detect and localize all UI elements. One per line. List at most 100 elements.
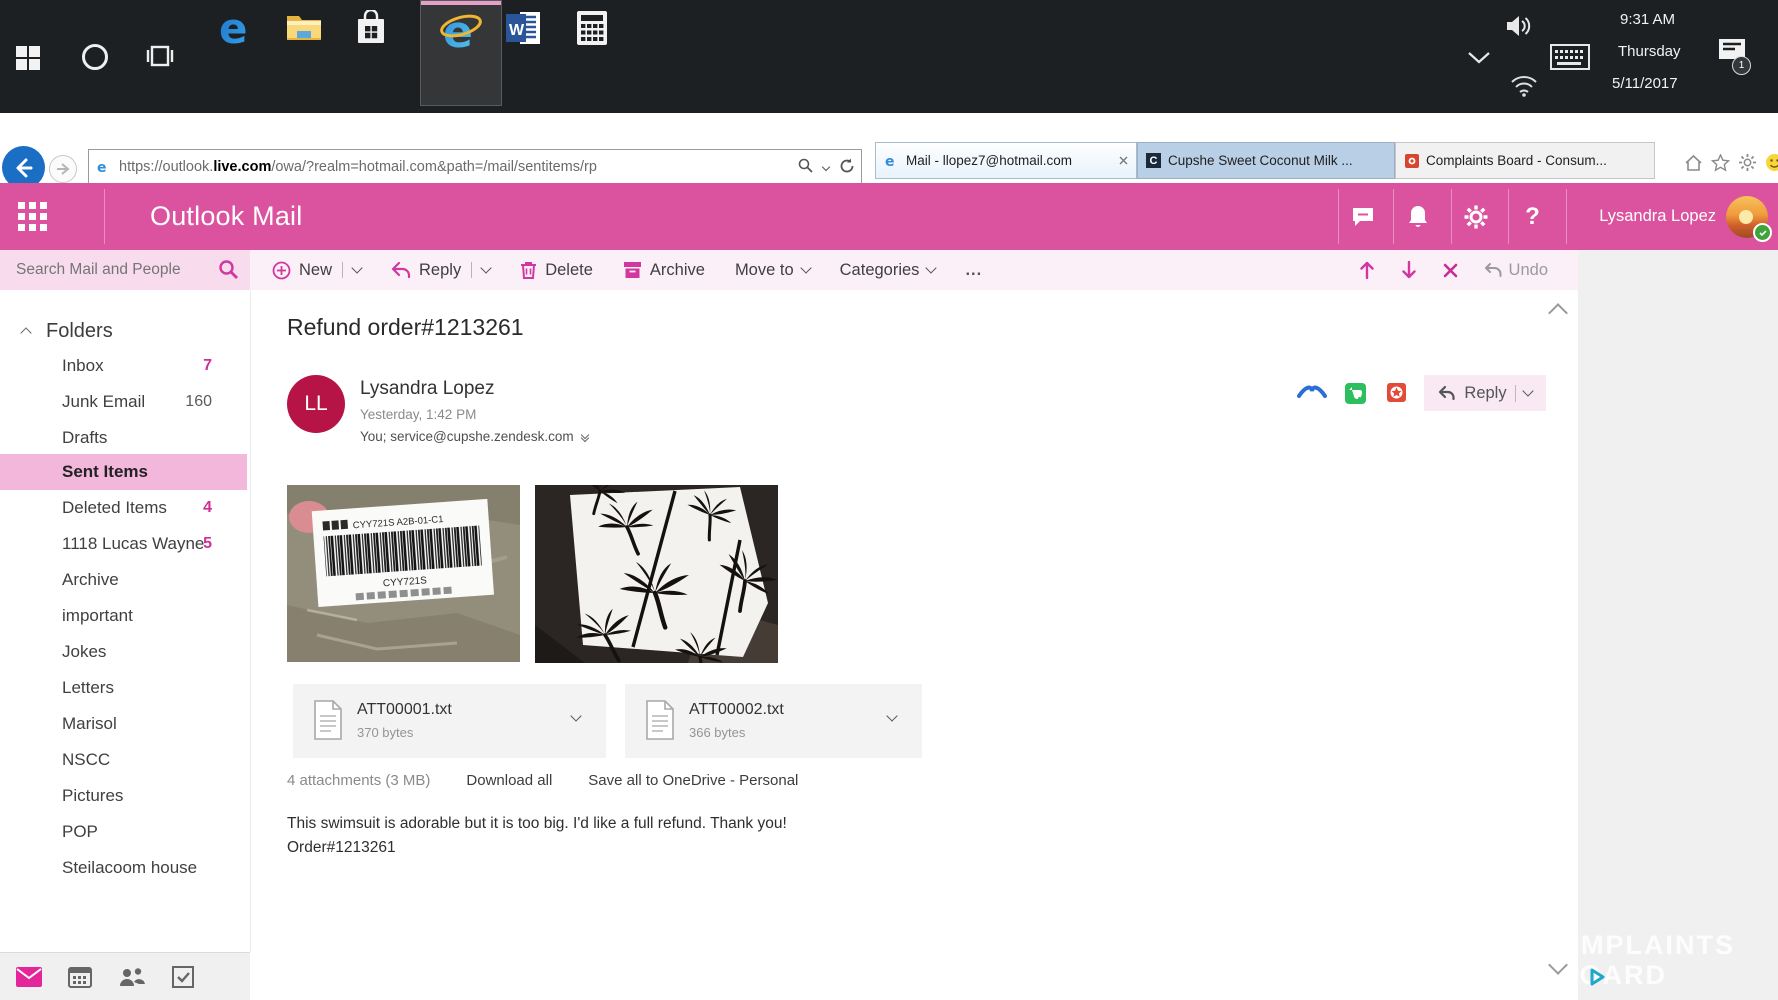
sidebar-item-nscc[interactable]: NSCC: [0, 742, 247, 778]
feedback-smiley-icon[interactable]: [1765, 153, 1778, 172]
sidebar-item-important[interactable]: important: [0, 598, 247, 634]
message-reply-button[interactable]: Reply: [1424, 375, 1546, 411]
address-bar[interactable]: e https://outlook.live.com/owa/?realm=ho…: [88, 149, 862, 184]
search-box[interactable]: [0, 250, 250, 290]
calendar-module-icon[interactable]: [68, 966, 92, 988]
word-icon[interactable]: W: [506, 10, 542, 46]
settings-gear-icon[interactable]: [1738, 153, 1757, 172]
more-commands-button[interactable]: ...: [965, 261, 982, 280]
edge-taskbar-icon[interactable]: e: [218, 8, 258, 50]
search-icon[interactable]: [798, 158, 813, 173]
attachment-image-swimsuit[interactable]: [535, 485, 778, 663]
notifications-bell-icon[interactable]: [1393, 183, 1442, 250]
task-view-icon[interactable]: [146, 44, 174, 68]
search-dropdown-caret-icon[interactable]: [821, 158, 831, 174]
sidebar-item-deleted-items[interactable]: Deleted Items 4: [0, 490, 247, 526]
folders-header[interactable]: Folders: [0, 316, 250, 346]
boomerang-addin-icon[interactable]: [1297, 383, 1327, 399]
sidebar-item-marisol[interactable]: Marisol: [0, 706, 247, 742]
calculator-icon[interactable]: [576, 10, 608, 46]
help-icon[interactable]: ?: [1508, 183, 1557, 250]
attachment-card-att00001[interactable]: ATT00001.txt 370 bytes: [293, 684, 606, 758]
new-dropdown-icon[interactable]: [351, 262, 363, 274]
store-icon[interactable]: [354, 10, 388, 46]
sidebar-item-drafts[interactable]: Drafts: [0, 420, 247, 456]
clock-day[interactable]: Thursday: [1618, 43, 1681, 60]
attachment-card-att00002[interactable]: ATT00002.txt 366 bytes: [625, 684, 922, 758]
red-star-addin-icon[interactable]: [1387, 383, 1406, 402]
next-item-arrow-icon[interactable]: [1401, 261, 1417, 279]
refresh-icon[interactable]: [839, 158, 855, 174]
attachment-image-barcode-bag[interactable]: CYY721S A2B-01-C1 CYY721S: [287, 485, 520, 662]
scroll-up-icon[interactable]: [1548, 303, 1568, 323]
file-explorer-icon[interactable]: [286, 12, 322, 44]
new-button[interactable]: New: [272, 261, 363, 280]
sender-avatar[interactable]: LL: [287, 375, 345, 433]
scroll-down-icon[interactable]: [1548, 955, 1568, 975]
recipients-row[interactable]: You; service@cupshe.zendesk.com: [360, 429, 589, 444]
tab-mail[interactable]: e Mail - llopez7@hotmail.com: [875, 142, 1137, 179]
reply-dropdown-icon[interactable]: [480, 262, 492, 274]
browser-forward-button[interactable]: [49, 155, 77, 183]
attachment-dropdown-icon[interactable]: [570, 710, 582, 722]
settings-gear-icon[interactable]: [1451, 183, 1500, 250]
tab-cupshe[interactable]: C Cupshe Sweet Coconut Milk ...: [1137, 142, 1395, 179]
sidebar-item-jokes[interactable]: Jokes: [0, 634, 247, 670]
sidebar-item-steilacoom-house[interactable]: Steilacoom house: [0, 850, 247, 886]
cortana-icon[interactable]: [82, 44, 108, 70]
home-icon[interactable]: [1684, 154, 1703, 172]
sidebar-item-archive[interactable]: Archive: [0, 562, 247, 598]
tab-close-icon[interactable]: [1119, 156, 1128, 165]
tray-overflow-chevron-icon[interactable]: [1468, 52, 1490, 64]
sidebar-item-inbox[interactable]: Inbox 7: [0, 348, 247, 384]
sidebar-item-sent-items[interactable]: Sent Items: [0, 454, 247, 490]
archive-button[interactable]: Archive: [623, 261, 705, 280]
sidebar-item-pictures[interactable]: Pictures: [0, 778, 247, 814]
move-to-dropdown-icon[interactable]: [799, 262, 812, 274]
move-to-button[interactable]: Move to: [735, 261, 812, 280]
people-module-icon[interactable]: [118, 966, 146, 988]
reply-button[interactable]: Reply: [391, 261, 492, 280]
previous-item-arrow-icon[interactable]: [1359, 261, 1375, 279]
volume-icon[interactable]: [1505, 14, 1535, 38]
collapse-chevron-icon[interactable]: [20, 327, 32, 339]
undo-label: Undo: [1508, 260, 1548, 279]
message-reply-dropdown-icon[interactable]: [1521, 385, 1534, 397]
command-toolbar: New Reply Delete Archive Move to Cat: [0, 250, 1578, 290]
expand-details-icon[interactable]: [580, 430, 589, 443]
categories-dropdown-icon[interactable]: [925, 262, 938, 274]
adchoices-icon[interactable]: [1588, 968, 1606, 986]
download-all-link[interactable]: Download all: [466, 772, 552, 789]
delete-button[interactable]: Delete: [520, 261, 593, 280]
search-input[interactable]: [14, 260, 203, 280]
mail-module-icon[interactable]: [16, 966, 42, 987]
sidebar-item-1118-lucas-wayne[interactable]: 1118 Lucas Wayne 5: [0, 526, 247, 562]
email-body-line2: Order#1213261: [287, 839, 396, 856]
clock-date[interactable]: 5/11/2017: [1612, 75, 1678, 92]
wifi-icon[interactable]: [1510, 74, 1538, 98]
start-button-icon[interactable]: [16, 46, 40, 70]
windows-taskbar: e e W 9:31 AM Thursday 5/11/2017 1: [0, 0, 1778, 113]
sidebar-item-pop[interactable]: POP: [0, 814, 247, 850]
app-launcher-icon[interactable]: [18, 202, 48, 232]
sidebar-item-junk-email[interactable]: Junk Email 160: [0, 384, 247, 420]
ie-taskbar-button-active[interactable]: e: [420, 0, 502, 106]
user-name[interactable]: Lysandra Lopez: [1586, 183, 1716, 250]
touch-keyboard-icon[interactable]: [1550, 44, 1590, 70]
sidebar-item-letters[interactable]: Letters: [0, 670, 247, 706]
categories-button[interactable]: Categories: [840, 261, 938, 280]
header-divider: [1566, 189, 1567, 244]
url-domain: live.com: [213, 158, 272, 175]
search-icon[interactable]: [218, 259, 239, 280]
undo-button[interactable]: Undo: [1484, 261, 1548, 280]
tab-complaints-board[interactable]: Complaints Board - Consum...: [1395, 142, 1655, 179]
close-reading-pane-icon[interactable]: [1443, 263, 1458, 278]
clock-time[interactable]: 9:31 AM: [1620, 11, 1675, 28]
favorites-star-icon[interactable]: [1711, 153, 1730, 172]
attachment-dropdown-icon[interactable]: [886, 710, 898, 722]
evernote-addin-icon[interactable]: [1345, 383, 1366, 404]
chat-icon[interactable]: [1338, 183, 1387, 250]
sender-name[interactable]: Lysandra Lopez: [360, 378, 495, 400]
save-all-onedrive-link[interactable]: Save all to OneDrive - Personal: [588, 772, 798, 789]
tasks-module-icon[interactable]: [172, 965, 194, 988]
